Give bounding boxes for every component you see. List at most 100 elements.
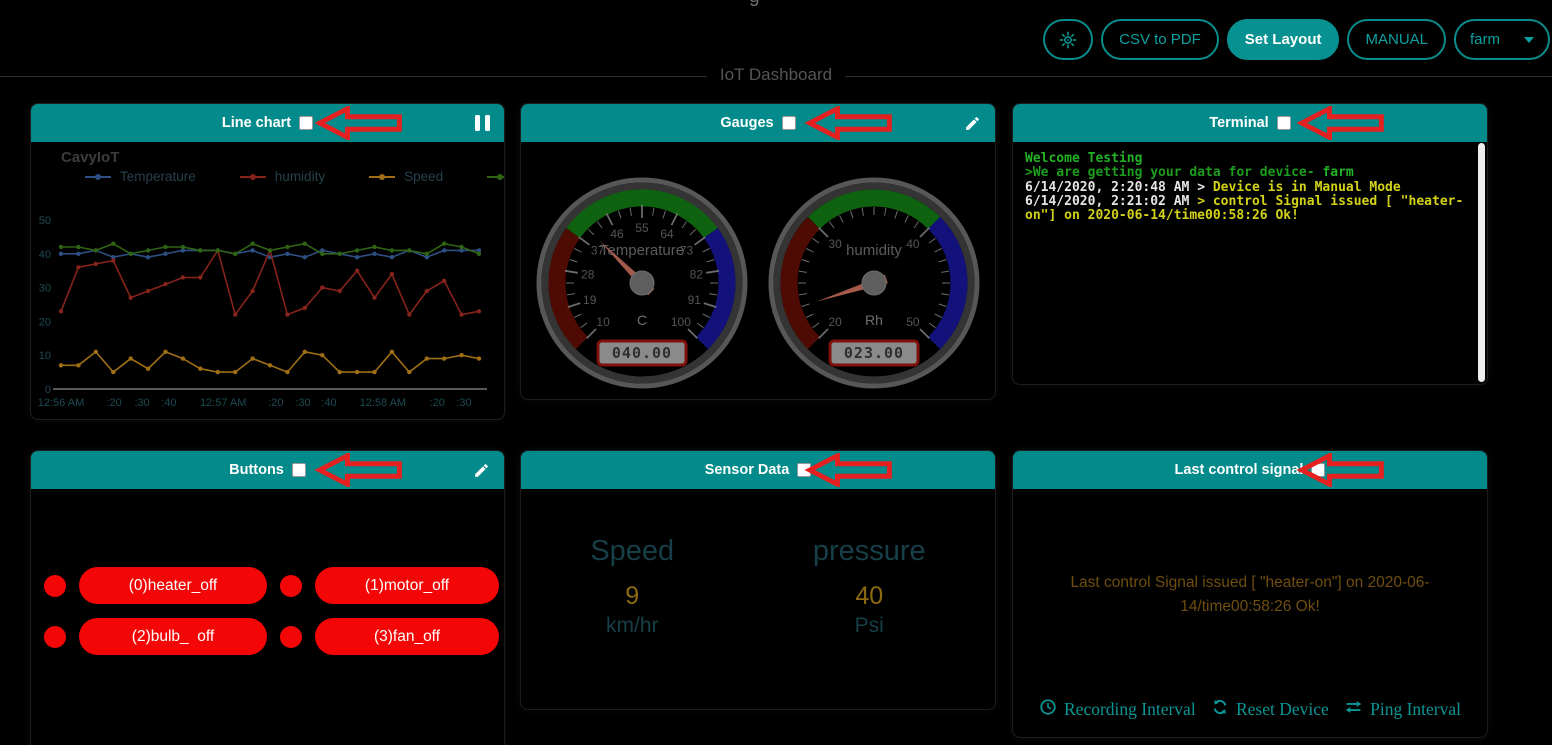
sensor-value: 9 [590, 582, 674, 611]
pencil-icon [964, 115, 981, 132]
line-chart-canvas: 0102030405012:56 AM:20:30:4012:57 AM:20:… [31, 184, 504, 415]
clock-icon [1039, 698, 1057, 721]
device-actions: Recording Interval Reset Device Ping Inter… [1039, 698, 1461, 721]
panel-checkbox[interactable] [1277, 116, 1291, 130]
svg-text:040.00: 040.00 [612, 344, 672, 362]
panel-gauges: Gauges 10192837465564738291100Temperatur… [520, 103, 996, 400]
svg-text:humidity: humidity [846, 242, 902, 259]
svg-text:30: 30 [39, 283, 51, 295]
gauges-row: 10192837465564738291100TemperatureC040.0… [521, 173, 995, 393]
svg-text:40: 40 [906, 237, 920, 251]
sensor-data-header: Sensor Data [521, 451, 995, 489]
control-button[interactable]: (0)heater_off [79, 567, 267, 604]
annotation-arrow-icon [804, 106, 896, 140]
device-select[interactable]: farm [1454, 19, 1550, 60]
line-chart-body: CavyIoT Temperature humidity Speed pressure… [31, 149, 504, 415]
svg-text:12:58 AM: 12:58 AM [360, 397, 406, 409]
pause-button[interactable] [475, 104, 490, 142]
last-control-header: Last control signal [1013, 451, 1487, 489]
svg-text:40: 40 [39, 249, 51, 261]
svg-text:19: 19 [583, 293, 597, 307]
set-layout-button[interactable]: Set Layout [1227, 19, 1340, 60]
panel-sensor-data: Sensor Data Speed 9 km/hr pressure 40 Psi [520, 450, 996, 710]
svg-text:0: 0 [45, 384, 51, 396]
control-button[interactable]: (1)motor_off [315, 567, 499, 604]
svg-text::40: :40 [161, 397, 176, 409]
legend-item-pressure[interactable]: pressure [487, 169, 505, 184]
ping-icon [1344, 698, 1363, 721]
legend-label: humidity [275, 169, 325, 184]
svg-text::30: :30 [456, 397, 471, 409]
legend-marker-icon [487, 176, 505, 178]
svg-text:12:56 AM: 12:56 AM [38, 397, 84, 409]
svg-text:Rh: Rh [865, 312, 883, 328]
legend-marker-icon [85, 176, 111, 178]
panel-terminal: Terminal Welcome Testing>We are getting … [1012, 103, 1488, 385]
refresh-icon [1211, 698, 1229, 721]
action-label: Reset Device [1236, 699, 1329, 720]
svg-text:91: 91 [688, 293, 702, 307]
edit-button[interactable] [473, 451, 490, 489]
panel-last-control-signal: Last control signal Last control Signal … [1012, 450, 1488, 738]
terminal-line: 6/14/2020, 2:20:48 AM > Device is in Man… [1025, 181, 1469, 195]
legend-item-humidity[interactable]: humidity [240, 169, 325, 184]
sensor-pressure: pressure 40 Psi [813, 535, 926, 638]
sensor-name: pressure [813, 535, 926, 568]
led-indicator [280, 575, 302, 597]
csv-to-pdf-button[interactable]: CSV to PDF [1101, 19, 1219, 60]
control-button[interactable]: (2)bulb_ off [79, 618, 267, 655]
chevron-down-icon [1524, 37, 1534, 43]
annotation-arrow-icon [314, 453, 406, 487]
manual-button[interactable]: MANUAL [1347, 19, 1446, 60]
legend-label: Temperature [120, 169, 196, 184]
svg-text:50: 50 [39, 215, 51, 227]
line-chart-legend: Temperature humidity Speed pressure [85, 169, 504, 184]
panel-checkbox[interactable] [299, 116, 313, 130]
legend-item-temperature[interactable]: Temperature [85, 169, 196, 184]
annotation-arrow-icon [1296, 453, 1388, 487]
legend-item-speed[interactable]: Speed [369, 169, 443, 184]
ping-action-link[interactable]: Ping Interval [1344, 698, 1461, 721]
led-indicator [44, 626, 66, 648]
legend-marker-icon [369, 176, 395, 178]
svg-text:10: 10 [596, 315, 610, 329]
buttons-grid: (0)heater_off (1)motor_off (2)bulb_ off (3)… [31, 489, 504, 655]
brightness-button[interactable] [1043, 19, 1093, 60]
terminal-output: Welcome Testing>We are getting your data… [1013, 142, 1487, 233]
svg-text::20: :20 [106, 397, 121, 409]
svg-text::20: :20 [430, 397, 445, 409]
action-label: Ping Interval [1370, 699, 1461, 720]
chart-watermark: CavyIoT [61, 149, 504, 166]
sensor-unit: Psi [813, 614, 926, 638]
svg-text:12:57 AM: 12:57 AM [200, 397, 246, 409]
sensor-name: Speed [590, 535, 674, 568]
svg-text:46: 46 [610, 227, 624, 241]
sensor-unit: km/hr [590, 614, 674, 638]
clock-action-link[interactable]: Recording Interval [1039, 698, 1196, 721]
panel-line-chart: Line chart CavyIoT Temperature humidity Sp… [30, 103, 505, 420]
led-indicator [280, 626, 302, 648]
panel-checkbox[interactable] [782, 116, 796, 130]
panel-checkbox[interactable] [292, 463, 306, 477]
sensor-value: 40 [813, 582, 926, 611]
refresh-action-link[interactable]: Reset Device [1211, 698, 1329, 721]
pause-icon [475, 115, 490, 131]
panel-title: Last control signal [1175, 462, 1304, 478]
sensor-row: Speed 9 km/hr pressure 40 Psi [521, 489, 995, 638]
pencil-icon [473, 462, 490, 479]
control-button[interactable]: (3)fan_off [315, 618, 499, 655]
terminal-line: 6/14/2020, 2:21:02 AM > control Signal i… [1025, 195, 1469, 224]
annotation-arrow-icon [1296, 106, 1388, 140]
panel-title: Buttons [229, 462, 284, 478]
buttons-header: Buttons [31, 451, 504, 489]
last-control-message: Last control Signal issued [ "heater-on"… [1068, 571, 1433, 619]
panel-title: Line chart [222, 115, 291, 131]
svg-text:28: 28 [581, 267, 595, 281]
svg-text::40: :40 [321, 397, 336, 409]
terminal-scrollbar[interactable] [1478, 143, 1485, 382]
gauge-temperature: 10192837465564738291100TemperatureC040.0… [532, 173, 752, 393]
svg-text:30: 30 [828, 237, 842, 251]
panel-title: Sensor Data [705, 462, 790, 478]
edit-button[interactable] [964, 104, 981, 142]
panel-buttons: Buttons (0)heater_off (1)motor_off (2)bulb… [30, 450, 505, 745]
